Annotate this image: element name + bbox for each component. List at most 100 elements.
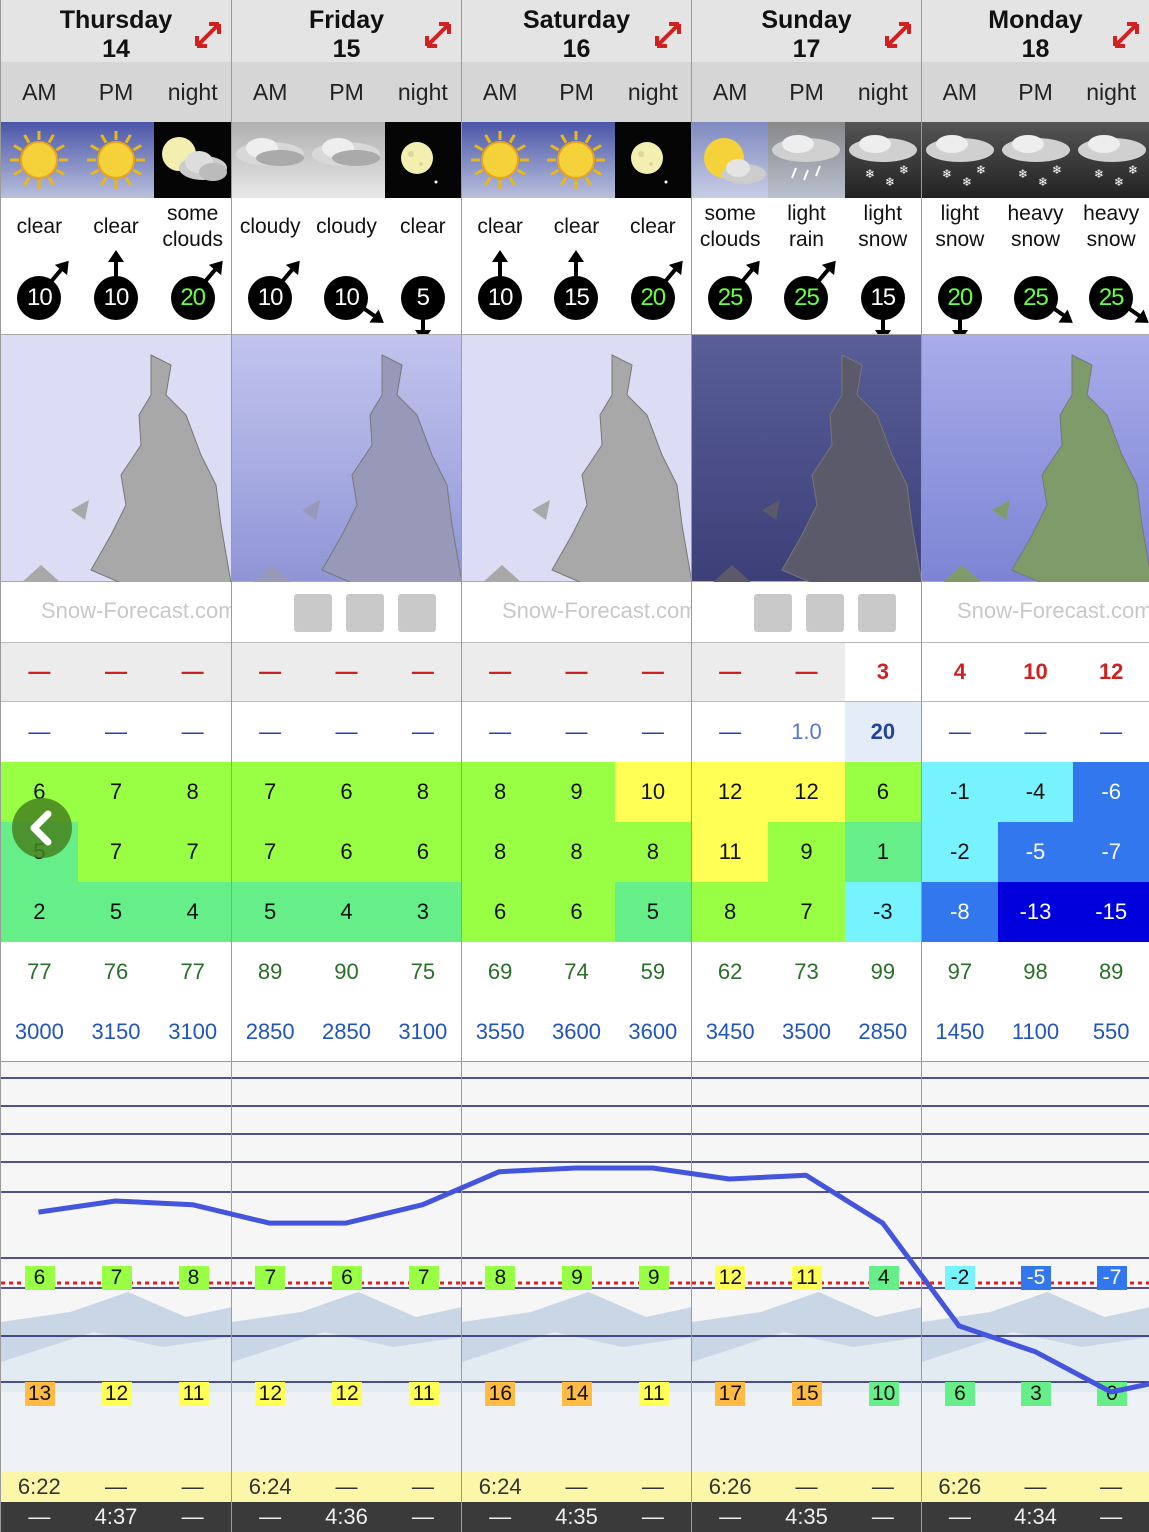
mountain-icon[interactable] [294, 594, 332, 632]
weather-description: some clouds [162, 202, 224, 251]
snow-amount: — [259, 659, 282, 684]
expand-icon[interactable] [881, 18, 915, 52]
temperature-cell: 7 [232, 762, 309, 822]
dash: — [259, 1504, 282, 1529]
sunrise-row: 6:26 — — [922, 1472, 1149, 1502]
freezing-level-row: 3450 3500 2850 [692, 1002, 921, 1062]
svg-text:❄: ❄ [1018, 167, 1028, 181]
dash: — [719, 1504, 742, 1529]
temperature-cell: 1 [844, 822, 921, 882]
weather-description: clear [553, 215, 600, 238]
temperature-cell: 7 [232, 822, 309, 882]
base-temp: 6 [945, 1382, 975, 1406]
sun-cloud-icon [692, 122, 769, 198]
rain-cloud-icon [768, 122, 845, 198]
dash: — [28, 1504, 51, 1529]
snowflake-icon[interactable] [398, 594, 436, 632]
snow-amount: — [181, 659, 204, 684]
temperature-chart: 6 7 8 13 12 11 [1, 1062, 231, 1472]
expand-icon[interactable] [651, 18, 685, 52]
temperature-cell: 7 [77, 822, 155, 882]
dash: — [1100, 1474, 1123, 1499]
base-temp: 12 [332, 1382, 362, 1406]
humidity-row: 62 73 99 [692, 942, 921, 1002]
temperature-chart: -2 -5 -7 6 3 0 [922, 1062, 1149, 1472]
snowflake-icon[interactable] [858, 594, 896, 632]
dash: — [181, 1504, 204, 1529]
wind-chill-row: 254 [1, 882, 231, 942]
humidity-value: 77 [27, 959, 52, 984]
slot-label: night [857, 79, 908, 105]
wind-cell: 20 [615, 255, 691, 334]
temperature-cell: 6 [308, 762, 385, 822]
weather-description: clear [630, 215, 676, 238]
brand-strip: Snow-Forecast.com [462, 582, 691, 642]
day-column-thursday: Thursday 14 AM PM night clear clear some clouds… [0, 0, 231, 1532]
temperature-cell: 8 [692, 882, 769, 942]
arrow-down-icon[interactable] [806, 594, 844, 632]
rain-amount: — [105, 719, 127, 744]
dash: — [489, 1504, 512, 1529]
rain-amount: — [335, 719, 358, 744]
humidity-row: 69 74 59 [462, 942, 691, 1002]
time-slots: AM PM night [232, 62, 461, 122]
weather-description: heavy snow [1007, 202, 1064, 251]
weather-icons-row [462, 122, 691, 198]
snow-amount-row: — — — [1, 642, 231, 702]
dash: — [411, 1504, 434, 1529]
snow-map [232, 334, 461, 584]
temperature-cell: 5 [614, 882, 691, 942]
temperature-cell: 4 [154, 882, 231, 942]
rain-amount: — [411, 719, 434, 744]
slot-label: night [1086, 79, 1137, 105]
moon-icon [384, 122, 461, 198]
wind-speed: 10 [94, 276, 138, 320]
svg-text:❄: ❄ [1038, 175, 1048, 189]
sunset-time: 4:35 [785, 1504, 828, 1529]
mountain-icon[interactable] [754, 594, 792, 632]
svg-text:❄: ❄ [899, 163, 909, 177]
sunset-row: — 4:35 — [692, 1502, 921, 1532]
day-header: Friday 15 [232, 0, 461, 63]
wind-cell: 10 [462, 250, 538, 334]
expand-icon[interactable] [1109, 18, 1143, 52]
rain-amount: — [259, 719, 282, 744]
freezing-level-value: 3000 [14, 1019, 64, 1044]
min-temp-row: 766 [232, 822, 461, 882]
snow-amount: — [719, 659, 742, 684]
brand-logo-text: Snow-Forecast.com [41, 598, 231, 623]
humidity-value: 97 [947, 959, 973, 984]
base-temp: 12 [255, 1382, 286, 1406]
wind-cell: 25 [1073, 256, 1149, 334]
base-temp: 11 [178, 1382, 209, 1406]
expand-icon[interactable] [191, 18, 225, 52]
humidity-value: 99 [870, 959, 896, 984]
svg-text:❄: ❄ [885, 175, 895, 189]
dash: — [565, 1474, 588, 1499]
arrow-down-icon[interactable] [346, 594, 384, 632]
wind-cell: 15 [538, 250, 614, 334]
sunrise-time: 6:24 [248, 1474, 292, 1499]
humidity-value: 89 [1098, 959, 1124, 984]
temperature-cell: 8 [384, 762, 461, 822]
freezing-level-row: 1450 1100 550 [922, 1002, 1149, 1062]
snow-amount-row: — — — [232, 642, 461, 702]
brand-logo-text: Snow-Forecast.com [957, 598, 1149, 623]
slot-label: AM [252, 79, 288, 105]
wind-speed: 5 [400, 276, 445, 320]
previous-button[interactable] [12, 798, 72, 858]
summit-temp: 12 [715, 1266, 746, 1290]
weather-description-row: light snow heavy snow heavy snow [922, 198, 1149, 256]
snow-cloud-icon: ❄ ❄ ❄ [844, 122, 921, 198]
wind-cell: 20 [922, 256, 998, 342]
weather-description-row: cloudy cloudy clear [232, 198, 461, 256]
summit-temp: 11 [792, 1266, 822, 1290]
snow-cloud-icon: ❄ ❄ ❄ [922, 122, 998, 198]
rain-amount-row: — — — [922, 702, 1149, 762]
weather-description: clear [400, 215, 446, 238]
min-temp-row: 888 [462, 822, 691, 882]
expand-icon[interactable] [421, 18, 455, 52]
snow-cloud-icon: ❄ ❄ ❄ [998, 122, 1074, 198]
temperature-cell: 7 [77, 762, 155, 822]
snow-map [462, 334, 691, 584]
